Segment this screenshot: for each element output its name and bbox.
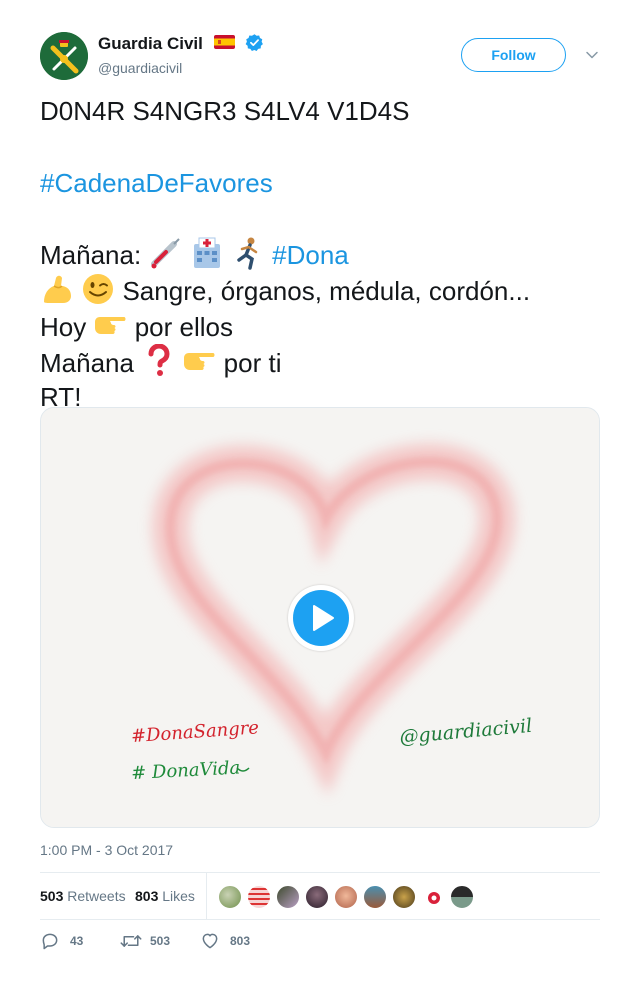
hashtag-dona[interactable]: #Dona [272, 240, 349, 270]
retweet-icon [120, 935, 142, 947]
manana-label: Mañana: [40, 240, 142, 270]
liker-avatar[interactable] [305, 885, 329, 909]
liker-avatar[interactable] [276, 885, 300, 909]
retweets-label: Retweets [67, 888, 126, 904]
por-ellos-text: por ellos [134, 312, 233, 342]
liker-avatar[interactable] [334, 885, 358, 909]
display-name[interactable]: Guardia Civil [98, 34, 203, 54]
retweets-count: 503 [40, 888, 64, 904]
liker-avatar[interactable] [363, 885, 387, 909]
tweet-stats: 503 Retweets 803 Likes [40, 872, 600, 920]
video-player[interactable]: #DonaSangre # DonaVida @guardiacivil [40, 407, 600, 828]
pointing-right-icon [182, 344, 216, 378]
tweet-line-organs: Sangre, órganos, médula, cordón... [40, 273, 600, 309]
retweet-count: 503 [150, 934, 171, 948]
reply-count: 43 [70, 934, 84, 948]
retweet-button[interactable]: 503 [120, 930, 190, 952]
hoy-label: Hoy [40, 312, 87, 342]
play-button[interactable] [288, 585, 354, 651]
liker-avatar[interactable] [392, 885, 416, 909]
reply-icon [42, 933, 58, 950]
account-names: Guardia Civil @guardiacivil [98, 33, 264, 76]
manana-label-2: Mañana [40, 348, 134, 378]
likes-stat[interactable]: 803 Likes [135, 888, 195, 904]
avatar[interactable] [40, 32, 88, 80]
tweet-line-manana: Mañana: #Dona [40, 237, 600, 273]
stats-divider [206, 873, 207, 919]
hospital-icon [190, 236, 224, 270]
chevron-down-icon[interactable] [584, 48, 600, 62]
runner-icon [231, 236, 265, 270]
heart-icon [202, 933, 218, 949]
tweet-text: D0N4R S4NGR3 S4LV4 V1D4S #CadenaDeFavore… [40, 93, 600, 413]
question-mark-icon [141, 343, 175, 378]
like-count: 803 [230, 934, 251, 948]
liker-avatar[interactable] [450, 885, 474, 909]
flexed-biceps-icon [40, 272, 74, 306]
hashtag-cadena-de-favores[interactable]: #CadenaDeFavores [40, 165, 600, 201]
syringe-icon [148, 236, 182, 270]
reply-button[interactable]: 43 [40, 930, 100, 952]
verified-badge-icon [245, 33, 264, 52]
winking-face-icon [81, 272, 115, 306]
spain-flag-icon [214, 35, 236, 49]
organs-text: Sangre, órganos, médula, cordón... [122, 276, 531, 306]
por-ti-text: por ti [223, 348, 282, 378]
tweet-line-headline: D0N4R S4NGR3 S4LV4 V1D4S [40, 96, 410, 126]
like-button[interactable]: 803 [200, 930, 270, 952]
liker-avatar[interactable] [247, 885, 271, 909]
follow-button[interactable]: Follow [461, 38, 566, 72]
account-handle[interactable]: @guardiacivil [98, 60, 264, 76]
liker-avatar[interactable] [218, 885, 242, 909]
likes-count: 803 [135, 888, 159, 904]
tweet-line-hoy: Hoy por ellos [40, 309, 600, 345]
pointing-right-icon [93, 308, 127, 342]
tweet-timestamp[interactable]: 1:00 PM - 3 Oct 2017 [40, 842, 173, 858]
play-icon[interactable] [293, 590, 349, 646]
liker-avatar[interactable] [421, 885, 445, 909]
tweet-line-manana-2: Mañana por ti [40, 343, 600, 381]
retweets-stat[interactable]: 503 Retweets [40, 888, 126, 904]
tweet-actions: 43 503 803 [40, 930, 340, 952]
likes-label: Likes [162, 888, 195, 904]
tweet-header: Guardia Civil @guardiacivil Follow [40, 30, 600, 82]
